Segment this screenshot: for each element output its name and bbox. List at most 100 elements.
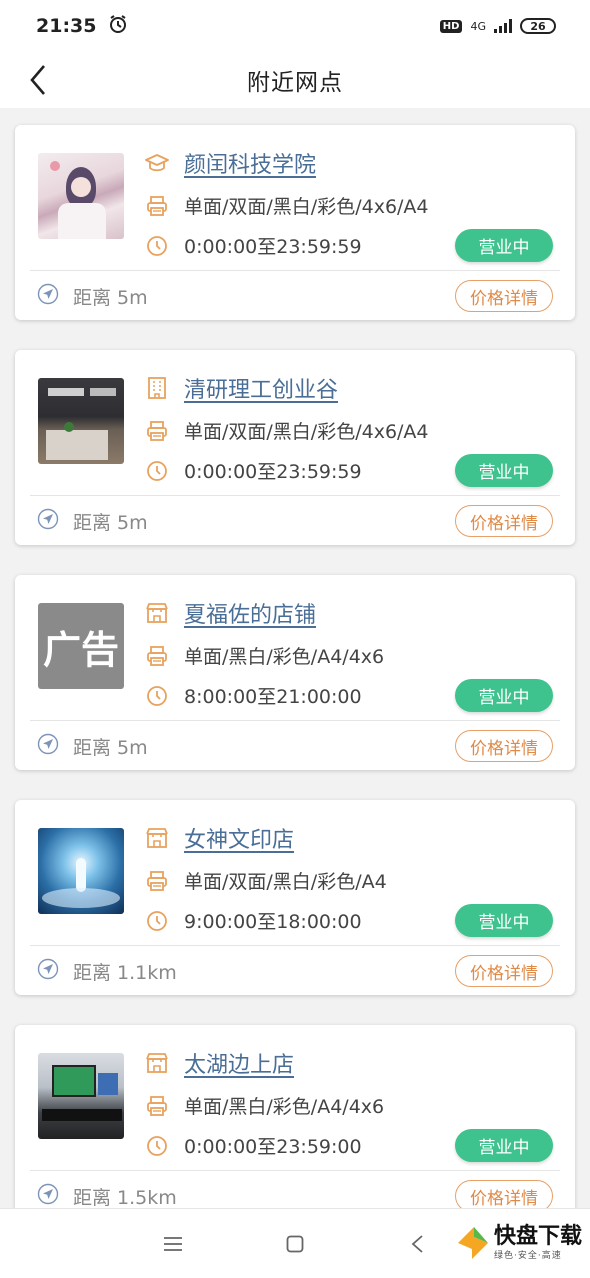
store-name-row: 清研理工创业谷 <box>145 372 338 404</box>
services-row: 单面/双面/黑白/彩色/4x6/A4 <box>145 192 429 219</box>
header: 附近网点 <box>0 52 590 108</box>
store-type-icon <box>145 151 169 175</box>
desk-thumbnail-image <box>38 1053 124 1139</box>
services-text: 单面/双面/黑白/彩色/4x6/A4 <box>184 196 429 218</box>
hours-row: 0:00:00至23:59:00 <box>145 1132 362 1159</box>
store-type-icon <box>145 601 169 625</box>
store-name[interactable]: 颜闰科技学院 <box>184 147 316 179</box>
clock-icon <box>145 909 169 933</box>
store-thumbnail <box>38 378 124 464</box>
network-type: 4G <box>470 19 486 33</box>
alarm-icon <box>108 14 128 39</box>
printer-icon <box>145 644 169 668</box>
status-time: 21:35 <box>36 15 97 37</box>
page-title: 附近网点 <box>247 70 343 96</box>
hours-row: 9:00:00至18:00:00 <box>145 907 362 934</box>
store-icon <box>146 603 168 623</box>
status-left: 21:35 <box>36 14 128 39</box>
open-status-badge: 营业中 <box>455 454 553 487</box>
distance-text: 距离 1.5km <box>73 1187 177 1208</box>
watermark-logo-icon <box>457 1227 488 1259</box>
divider <box>30 495 560 496</box>
price-details-button[interactable]: 价格详情 <box>455 730 553 762</box>
distance-text: 距离 5m <box>73 737 148 759</box>
store-card[interactable]: 清研理工创业谷 单面/双面/黑白/彩色/4x6/A4 0:00:00至23:59… <box>15 350 575 545</box>
distance-text: 距离 5m <box>73 512 148 534</box>
clock-icon <box>145 684 169 708</box>
services-text: 单面/双面/黑白/彩色/4x6/A4 <box>184 421 429 443</box>
store-card[interactable]: 女神文印店 单面/双面/黑白/彩色/A4 9:00:00至18:00:00 营业… <box>15 800 575 995</box>
hours-row: 0:00:00至23:59:59 <box>145 457 362 484</box>
hours-text: 0:00:00至23:59:59 <box>184 461 362 483</box>
store-name-row: 颜闰科技学院 <box>145 147 316 179</box>
distance-row: 距离 1.5km <box>37 1183 177 1208</box>
graduation-cap-icon <box>145 154 169 172</box>
signal-icon <box>494 19 512 33</box>
store-name[interactable]: 清研理工创业谷 <box>184 372 338 404</box>
watermark-tagline: 绿色·安全·高速 <box>493 1250 562 1261</box>
printer-icon <box>145 194 169 218</box>
distance-row: 距离 1.1km <box>37 958 177 985</box>
hours-row: 0:00:00至23:59:59 <box>145 232 362 259</box>
open-status-badge: 营业中 <box>455 1129 553 1162</box>
store-card[interactable]: 广告 夏福佐的店铺 单面/黑白/彩色/A4/4x6 8:00:00至21:00:… <box>15 575 575 770</box>
triangle-back-icon <box>411 1235 423 1253</box>
ice-thumbnail-image <box>38 828 124 914</box>
hours-row: 8:00:00至21:00:00 <box>145 682 362 709</box>
hd-badge: HD <box>439 19 463 33</box>
store-name[interactable]: 太湖边上店 <box>184 1047 294 1079</box>
clock-icon <box>145 459 169 483</box>
distance-row: 距离 5m <box>37 283 148 310</box>
services-row: 单面/双面/黑白/彩色/4x6/A4 <box>145 417 429 444</box>
store-name[interactable]: 夏福佐的店铺 <box>184 597 316 629</box>
price-details-button[interactable]: 价格详情 <box>455 955 553 987</box>
navigation-arrow-icon <box>37 958 59 985</box>
price-details-button[interactable]: 价格详情 <box>455 280 553 312</box>
watermark-brand: 快盘下载 <box>493 1223 582 1249</box>
store-thumbnail <box>38 1053 124 1139</box>
back-button[interactable] <box>18 60 58 100</box>
store-thumbnail <box>38 153 124 239</box>
open-status-badge: 营业中 <box>455 229 553 262</box>
hours-text: 0:00:00至23:59:59 <box>184 236 362 258</box>
services-text: 单面/黑白/彩色/A4/4x6 <box>184 1096 385 1118</box>
printer-icon <box>145 1094 169 1118</box>
store-name-row: 夏福佐的店铺 <box>145 597 316 629</box>
menu-icon <box>164 1237 182 1251</box>
store-name[interactable]: 女神文印店 <box>184 822 294 854</box>
services-row: 单面/黑白/彩色/A4/4x6 <box>145 1092 384 1119</box>
services-text: 单面/双面/黑白/彩色/A4 <box>184 871 387 893</box>
price-details-button[interactable]: 价格详情 <box>455 505 553 537</box>
navigation-arrow-icon <box>37 1183 59 1208</box>
store-list[interactable]: 颜闰科技学院 单面/双面/黑白/彩色/4x6/A4 0:00:00至23:59:… <box>0 108 590 1208</box>
hours-text: 0:00:00至23:59:00 <box>184 1136 362 1158</box>
building-icon <box>148 377 166 399</box>
navigation-arrow-icon <box>37 283 59 310</box>
printer-icon <box>145 869 169 893</box>
nav-back-button[interactable] <box>402 1229 432 1259</box>
services-text: 单面/黑白/彩色/A4/4x6 <box>184 646 385 668</box>
store-icon <box>146 1053 168 1073</box>
clock-icon <box>145 234 169 258</box>
menu-button[interactable] <box>158 1229 188 1259</box>
open-status-badge: 营业中 <box>455 904 553 937</box>
store-name-row: 太湖边上店 <box>145 1047 294 1079</box>
services-row: 单面/黑白/彩色/A4/4x6 <box>145 642 384 669</box>
store-card[interactable]: 太湖边上店 单面/黑白/彩色/A4/4x6 0:00:00至23:59:00 营… <box>15 1025 575 1208</box>
price-details-button[interactable]: 价格详情 <box>455 1180 553 1208</box>
watermark: 快盘下载 绿色·安全·高速 <box>456 1223 582 1263</box>
square-icon <box>286 1235 304 1253</box>
home-button[interactable] <box>280 1229 310 1259</box>
store-card[interactable]: 颜闰科技学院 单面/双面/黑白/彩色/4x6/A4 0:00:00至23:59:… <box>15 125 575 320</box>
status-right: HD 4G 26 <box>439 18 556 34</box>
divider <box>30 945 560 946</box>
divider <box>30 720 560 721</box>
battery-indicator: 26 <box>520 18 556 34</box>
distance-text: 距离 1.1km <box>73 962 177 984</box>
office-thumbnail-image <box>38 378 124 464</box>
store-type-icon <box>145 376 169 400</box>
distance-row: 距离 5m <box>37 508 148 535</box>
printer-icon <box>145 419 169 443</box>
store-thumbnail: 广告 <box>38 603 124 689</box>
anime-thumbnail-image <box>38 153 124 239</box>
